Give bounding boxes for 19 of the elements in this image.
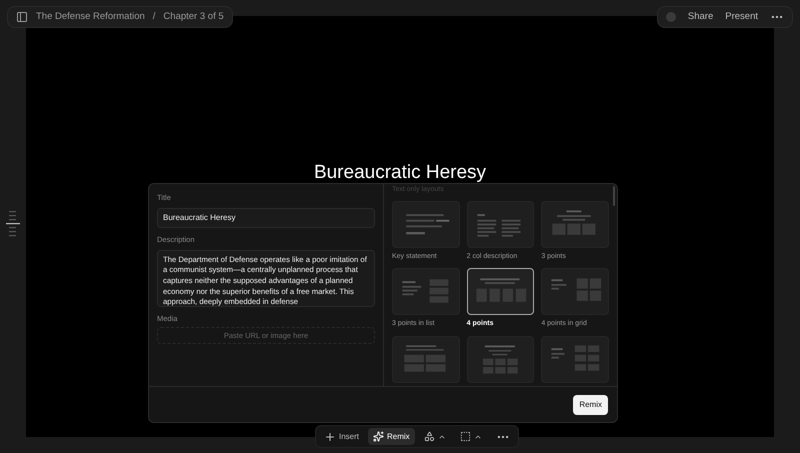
header-action-button[interactable]: Share [688,10,714,24]
sparkle-icon [373,431,384,442]
toolbar-button[interactable]: Remix [368,428,415,445]
slide-title: Bureaucratic Heresy [314,163,486,183]
shapes-icon [424,431,435,442]
title-input[interactable]: Bureaucratic Heresy [157,208,375,228]
toolbar-button[interactable]: Insert [319,428,364,445]
slide-navigator-icon[interactable] [6,211,20,237]
remix-button[interactable]: Remix [573,394,608,414]
layout-card[interactable] [466,268,534,315]
header-action-button[interactable]: Present [725,10,758,24]
plus-icon [324,430,336,442]
scrollbar-thumb[interactable] [613,186,615,206]
frame-icon [460,431,471,442]
sidebar-toggle-icon[interactable] [16,11,28,23]
breadcrumb-separator: / [152,10,156,24]
document-link[interactable]: The Defense Reformation [36,10,145,24]
chapter-link[interactable]: Chapter 3 of 5 [163,10,224,24]
avatar-icon[interactable] [666,12,676,22]
